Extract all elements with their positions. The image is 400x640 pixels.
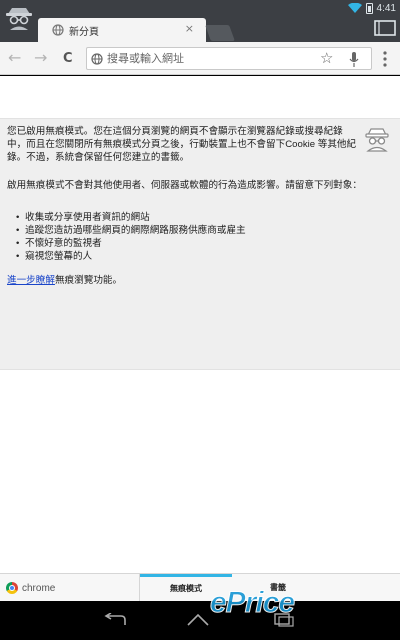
tab-title: 新分頁 — [69, 27, 99, 38]
globe-icon — [91, 53, 103, 65]
tab-switcher-icon[interactable] — [373, 18, 397, 38]
globe-icon — [52, 24, 64, 36]
eprice-watermark: ePrice — [209, 586, 295, 620]
incognito-icon — [365, 128, 389, 152]
incognito-bullets: 收集或分享使用者資訊的網站 追蹤您造訪過哪些網頁的網際網路服務供應商或雇主 不懷… — [16, 211, 386, 263]
clock: 4:41 — [376, 2, 396, 14]
bottom-tab-bar: chrome 無痕模式 書籤 — [0, 573, 400, 601]
incognito-intro: 您已啟用無痕模式。您在這個分頁瀏覽的網頁不會顯示在瀏覽器紀錄或搜尋紀錄中，而且在… — [7, 126, 357, 163]
tab-new-tab[interactable]: 新分頁 × — [38, 18, 206, 43]
list-item: 不懷好意的監視者 — [16, 237, 386, 250]
new-tab-button[interactable] — [205, 25, 235, 41]
back-nav-icon[interactable] — [103, 613, 127, 627]
incognito-spy-icon — [6, 8, 32, 30]
wifi-icon — [347, 3, 362, 13]
list-item: 收集或分享使用者資訊的網站 — [16, 211, 386, 224]
status-bar: 4:41 — [347, 1, 396, 15]
incognito-info-panel: 您已啟用無痕模式。您在這個分頁瀏覽的網頁不會顯示在瀏覽器紀錄或搜尋紀錄中，而且在… — [0, 118, 400, 370]
bookmark-star-icon[interactable]: ☆ — [320, 49, 333, 67]
toolbar: ← → C ☆ — [0, 42, 400, 75]
chrome-wordmark: chrome — [22, 582, 56, 594]
forward-button[interactable]: → — [34, 50, 47, 66]
list-item: 窺視您螢幕的人 — [16, 250, 386, 263]
omnibox[interactable]: ☆ — [86, 47, 372, 70]
chrome-brand: chrome — [6, 582, 55, 594]
reload-button[interactable]: C — [63, 51, 73, 67]
tab-strip: 4:41 新分頁 × — [0, 0, 400, 43]
learn-more-link[interactable]: 進一步瞭解 — [7, 275, 55, 286]
list-item: 追蹤您造訪過哪些網頁的網際網路服務供應商或雇主 — [16, 224, 386, 237]
omnibox-input[interactable] — [107, 50, 307, 68]
back-button[interactable]: ← — [8, 50, 21, 66]
learn-more-suffix: 無痕瀏覽功能。 — [54, 275, 123, 286]
incognito-warning: 啟用無痕模式不會對其他使用者、伺服器或軟體的行為造成影響。請留意下列對象： — [7, 180, 362, 191]
menu-icon[interactable] — [383, 51, 387, 67]
battery-icon — [365, 2, 373, 14]
learn-more-line: 進一步瞭解無痕瀏覽功能。 — [7, 274, 393, 287]
system-nav-bar — [0, 601, 400, 640]
microphone-icon[interactable] — [349, 52, 359, 67]
page-content: 您已啟用無痕模式。您在這個分頁瀏覽的網頁不會顯示在瀏覽器紀錄或搜尋紀錄中，而且在… — [0, 76, 400, 573]
close-tab-icon[interactable]: × — [185, 22, 194, 35]
home-nav-icon[interactable] — [186, 613, 210, 627]
chrome-logo-icon — [6, 582, 18, 594]
